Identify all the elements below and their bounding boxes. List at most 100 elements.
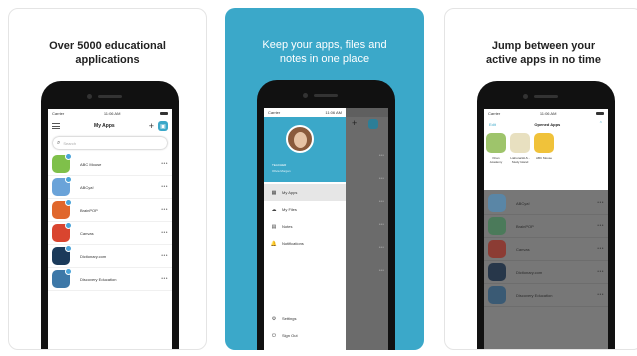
panel-educational-apps: Over 5000 educational applications Carri…: [8, 8, 207, 350]
list-item[interactable]: ABCya! •••: [484, 192, 608, 215]
app-name: BrainPOP: [516, 223, 534, 229]
menu-label: Settings: [282, 316, 297, 321]
chevron-up-icon[interactable]: ⌃: [599, 121, 603, 127]
app-icon: [52, 245, 72, 265]
opened-apps-title: Opened Apps: [534, 121, 561, 127]
app-name: Khan Academy: [489, 156, 503, 164]
app-icon: [52, 268, 72, 288]
phone-frame: Carrier 11:06 AM Edit Opened Apps ⌃ Khan…: [477, 81, 615, 349]
more-icon[interactable]: •••: [161, 230, 168, 236]
switcher-button: [368, 119, 378, 129]
more-icon[interactable]: •••: [161, 161, 168, 167]
dimmed-content[interactable]: + ••• ••• ••• ••• ••• •••: [346, 108, 388, 350]
panel-headline: Keep your apps, files and notes in one p…: [225, 38, 424, 66]
status-badge: [65, 268, 72, 275]
headline-line: active apps in no time: [486, 54, 601, 66]
search-placeholder: Search: [63, 140, 77, 146]
hamburger-icon[interactable]: [52, 123, 60, 129]
list-item[interactable]: BrainPOP •••: [484, 215, 608, 238]
panel-keep-in-one-place: Keep your apps, files and notes in one p…: [225, 8, 424, 350]
app-name: ABCya!: [516, 200, 530, 206]
more-icon[interactable]: •••: [597, 200, 604, 206]
search-input[interactable]: ⌕ Search: [53, 137, 167, 149]
user-name: Olivia Morgan: [272, 169, 291, 173]
app-name: Discovery Education: [80, 276, 117, 282]
cloud-icon: ☁: [271, 206, 277, 213]
page-title: My Apps: [94, 123, 115, 129]
carrier-label: Carrier: [268, 110, 281, 115]
app-icon: [52, 222, 72, 242]
more-icon: •••: [378, 222, 384, 228]
more-icon[interactable]: •••: [597, 292, 604, 298]
more-icon[interactable]: •••: [161, 276, 168, 282]
menu-item-settings[interactable]: ⚙ Settings: [264, 310, 346, 327]
app-name: ABC Mouse: [535, 156, 552, 160]
list-item[interactable]: ABCya! •••: [48, 176, 172, 199]
status-time: 11:06 AM: [539, 111, 557, 116]
camera-dot: [303, 93, 308, 98]
app-icon: [486, 133, 506, 153]
carrier-label: Carrier: [488, 111, 501, 116]
menu-item-sign-out[interactable]: ⏻ Sign Out: [264, 327, 346, 344]
menu-label: Notifications: [282, 241, 304, 246]
more-icon[interactable]: •••: [597, 269, 604, 275]
status-time: 11:06 AM: [325, 110, 342, 115]
menu-item-my-files[interactable]: ☁ My Files: [264, 201, 346, 218]
panel-headline: Over 5000 educational applications: [9, 39, 206, 67]
more-icon: •••: [378, 153, 384, 159]
menu-item-notifications[interactable]: 🔔 Notifications: [264, 235, 346, 252]
app-icon: [52, 176, 72, 196]
battery-icon: [160, 112, 168, 115]
opened-app-tile[interactable]: Khan Academy: [486, 133, 506, 164]
more-icon[interactable]: •••: [597, 223, 604, 229]
status-bar: Carrier 11:06 AM: [48, 109, 172, 118]
list-item[interactable]: Canvas •••: [48, 222, 172, 245]
more-icon[interactable]: •••: [161, 207, 168, 213]
more-icon[interactable]: •••: [597, 246, 604, 252]
list-item[interactable]: Dictionary.com •••: [48, 245, 172, 268]
avatar: [286, 125, 314, 153]
more-icon: •••: [378, 176, 384, 182]
camera-dot: [87, 94, 92, 99]
list-item[interactable]: ABC Mouse •••: [48, 153, 172, 176]
speaker-grille: [98, 95, 122, 98]
more-icon[interactable]: •••: [161, 184, 168, 190]
speaker-grille: [314, 94, 338, 97]
list-item[interactable]: Dictionary.com •••: [484, 261, 608, 284]
plus-icon[interactable]: +: [149, 121, 154, 131]
camera-dot: [523, 94, 528, 99]
status-bar: Carrier 11:06 AM: [484, 109, 608, 118]
menu-item-my-apps[interactable]: ▦ My Apps: [264, 184, 346, 201]
opened-app-tile[interactable]: ABC Mouse: [534, 133, 554, 164]
opened-apps-bar: Edit Opened Apps ⌃: [484, 118, 608, 130]
menu-label: Sign Out: [282, 333, 298, 338]
more-icon: •••: [378, 245, 384, 251]
app-list: ABC Mouse ••• ABCya! ••• BrainPOP ••• Canvas ••…: [48, 153, 172, 291]
edit-button[interactable]: Edit: [489, 122, 496, 127]
list-item[interactable]: Discovery Education •••: [484, 284, 608, 307]
headline-line: applications: [75, 54, 140, 66]
app-store-screenshots: Over 5000 educational applications Carri…: [0, 0, 637, 356]
menu-label: Notes: [282, 224, 293, 229]
app-icon: [488, 217, 506, 235]
bell-icon: 🔔: [270, 240, 278, 247]
side-drawer: Carrier 11:06 AM TEACHER Olivia Morgan ▦…: [264, 108, 346, 350]
opened-app-tile[interactable]: Liahona/HLS - Study Island: [510, 133, 530, 164]
headline-line: notes in one place: [279, 53, 370, 65]
profile-header[interactable]: TEACHER Olivia Morgan: [264, 117, 346, 182]
gear-icon: ⚙: [271, 315, 277, 322]
menu-item-notes[interactable]: ▤ Notes: [264, 218, 346, 235]
list-item[interactable]: Canvas •••: [484, 238, 608, 261]
status-bar: Carrier 11:06 AM: [264, 108, 346, 117]
app-name: Liahona/HLS - Study Island: [510, 156, 530, 164]
app-list-dimmed: ABCya! ••• BrainPOP ••• Canvas ••• Dictionary.…: [484, 190, 608, 349]
status-badge: [65, 245, 72, 252]
phone-screen: + ••• ••• ••• ••• ••• ••• Carrier 11:06 …: [264, 108, 388, 350]
phone-frame: + ••• ••• ••• ••• ••• ••• Carrier 11:06 …: [257, 80, 395, 350]
speaker-grille: [534, 95, 558, 98]
more-icon[interactable]: •••: [161, 253, 168, 259]
switcher-button[interactable]: ▣: [158, 121, 168, 131]
list-item[interactable]: BrainPOP •••: [48, 199, 172, 222]
app-icon: [488, 240, 506, 258]
list-item[interactable]: Discovery Education •••: [48, 268, 172, 291]
